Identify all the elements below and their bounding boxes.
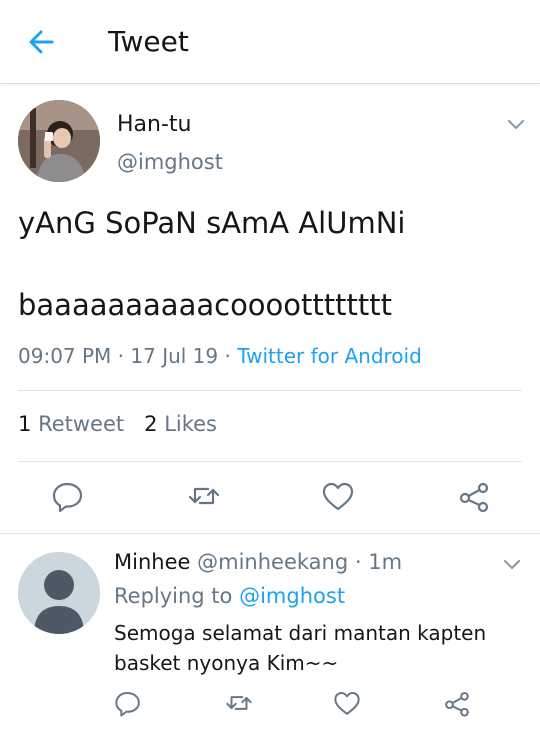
default-avatar-icon <box>18 552 100 634</box>
meta-separator: · <box>117 344 125 368</box>
retweet-button[interactable] <box>186 478 222 514</box>
like-button[interactable] <box>320 478 356 514</box>
author-name[interactable]: Han-tu <box>117 112 191 137</box>
reply-avatar[interactable] <box>18 552 100 634</box>
author-handle[interactable]: @imghost <box>117 150 223 174</box>
reply-button[interactable] <box>50 478 86 514</box>
tweet-source-link[interactable]: Twitter for Android <box>237 344 422 368</box>
retweet-label: Retweet <box>38 412 125 436</box>
tweet-text-line-2: baaaaaaaaaacooootttttttt <box>18 288 392 322</box>
replying-to: Replying to @imghost <box>114 584 345 608</box>
author-avatar[interactable] <box>18 100 100 182</box>
tweet-stats: 1 Retweet 2 Likes <box>18 412 217 436</box>
reply-author-handle[interactable]: @minheekang <box>197 550 348 574</box>
reply-author-name[interactable]: Minhee <box>114 550 190 574</box>
reply-time: 1m <box>368 550 403 574</box>
page-title: Tweet <box>108 25 189 58</box>
retweet-icon <box>226 696 252 710</box>
avatar-photo <box>18 100 100 182</box>
reply-reply-button[interactable] <box>113 688 143 718</box>
likes-stat[interactable]: 2 Likes <box>144 412 217 436</box>
meta-separator: · <box>354 550 362 574</box>
reply-like-button[interactable] <box>332 688 362 718</box>
retweet-count: 1 <box>18 412 32 436</box>
comment-bubble-icon <box>115 692 140 717</box>
reply-tweet[interactable]: Minhee @minheekang · 1m Replying to @img… <box>0 534 540 739</box>
likes-label: Likes <box>164 412 217 436</box>
replying-to-mention[interactable]: @imghost <box>239 584 345 608</box>
tweet-time: 09:07 PM <box>18 344 112 368</box>
back-button[interactable] <box>22 24 62 60</box>
reply-retweet-button[interactable] <box>224 688 254 718</box>
divider <box>18 461 522 462</box>
heart-icon <box>334 692 360 715</box>
chevron-down-icon <box>504 560 520 569</box>
reply-options-button[interactable] <box>500 554 524 574</box>
reply-action-bar <box>0 686 540 720</box>
retweets-stat[interactable]: 1 Retweet <box>18 412 124 436</box>
heart-icon <box>322 482 354 511</box>
chevron-down-icon <box>508 120 524 129</box>
tweet-action-bar <box>0 478 540 516</box>
comment-bubble-icon <box>52 482 83 513</box>
tweet-text-line-1: yAnG SoPaN sAmA AlUmNi <box>18 206 406 240</box>
share-icon <box>445 692 469 717</box>
tweet-options-button[interactable] <box>504 114 528 134</box>
top-app-bar: Tweet <box>0 0 540 84</box>
divider <box>18 390 522 391</box>
share-button[interactable] <box>456 478 492 514</box>
reply-header: Minhee @minheekang · 1m <box>114 550 402 574</box>
retweet-icon <box>188 487 220 505</box>
replying-to-label: Replying to <box>114 584 233 608</box>
like-count: 2 <box>144 412 158 436</box>
meta-separator: · <box>224 344 231 368</box>
reply-share-button[interactable] <box>442 688 472 718</box>
reply-text: Semoga selamat dari mantan kapten basket… <box>114 621 487 675</box>
share-icon <box>459 482 489 513</box>
tweet-meta: 09:07 PM · 17 Jul 19 · Twitter for Andro… <box>18 344 422 368</box>
tweet-date: 17 Jul 19 <box>130 344 219 368</box>
arrow-left-icon <box>29 30 54 54</box>
